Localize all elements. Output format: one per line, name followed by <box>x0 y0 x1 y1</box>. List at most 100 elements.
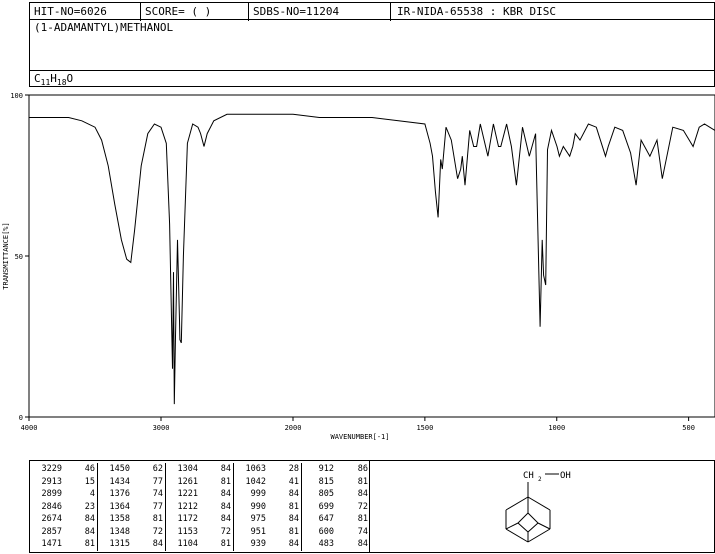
peak-wavenumber: 975 <box>250 514 266 525</box>
peak-transmittance: 84 <box>152 539 163 550</box>
peak-wavenumber: 2857 <box>41 526 62 537</box>
peak-wavenumber: 2674 <box>41 514 62 525</box>
peak-transmittance: 15 <box>84 476 95 487</box>
peak-row: 815 81 <box>302 476 370 489</box>
peak-wavenumber: 483 <box>318 539 334 550</box>
peak-wavenumber: 1104 <box>177 539 198 550</box>
peak-transmittance: 81 <box>84 539 95 550</box>
peak-transmittance: 72 <box>357 501 368 512</box>
peak-row: 1221 84 <box>166 488 234 501</box>
peak-wavenumber: 699 <box>318 501 334 512</box>
peak-column: 1304 84 1261 81 1221 84 1212 84 1172 84 1153 72 1104… <box>166 463 234 551</box>
peak-transmittance: 4 <box>89 489 95 500</box>
peak-wavenumber: 600 <box>318 526 334 537</box>
peak-row: 2899 4 <box>30 488 98 501</box>
peak-wavenumber: 1172 <box>177 514 198 525</box>
peak-table: 3229 46 2913 15 2899 4 2846 23 2674 84 2857 84 1471 8… <box>30 463 370 553</box>
peak-transmittance: 72 <box>220 526 231 537</box>
peak-wavenumber: 2846 <box>41 501 62 512</box>
peak-row: 3229 46 <box>30 463 98 476</box>
peak-row: 1261 81 <box>166 476 234 489</box>
peak-row: 975 84 <box>234 513 302 526</box>
peak-wavenumber: 1364 <box>109 501 130 512</box>
y-tick-label: 50 <box>15 253 23 261</box>
peak-wavenumber: 805 <box>318 489 334 500</box>
peak-wavenumber: 1261 <box>177 476 198 487</box>
structure-box: CH 2 OH <box>369 460 715 553</box>
peak-transmittance: 84 <box>84 514 95 525</box>
y-tick-label: 0 <box>19 414 23 422</box>
ch2-subscript: 2 <box>538 476 542 483</box>
peak-row: 2913 15 <box>30 476 98 489</box>
peak-transmittance: 41 <box>288 476 299 487</box>
peak-transmittance: 84 <box>220 501 231 512</box>
peak-transmittance: 84 <box>288 514 299 525</box>
ir-spectrum-chart: 4000 3000 2000 1500 1000 500 0 50 100 WAVENUMBE… <box>2 92 715 441</box>
x-axis-ticks: 4000 3000 2000 1500 1000 500 <box>21 417 695 432</box>
peak-wavenumber: 815 <box>318 476 334 487</box>
peak-transmittance: 84 <box>220 464 231 475</box>
peak-row: 1063 28 <box>234 463 302 476</box>
adamantane-structure-icon: CH 2 OH <box>505 471 571 543</box>
peak-wavenumber: 912 <box>318 464 334 475</box>
peak-transmittance: 84 <box>288 539 299 550</box>
ch2-label: CH <box>523 471 534 481</box>
peak-row: 1434 77 <box>98 476 166 489</box>
peak-row: 2857 84 <box>30 526 98 539</box>
peak-column: 1450 62 1434 77 1376 74 1364 77 1358 81 1348 72 1315… <box>98 463 166 551</box>
peak-wavenumber: 1376 <box>109 489 130 500</box>
x-tick-label: 3000 <box>153 424 170 432</box>
peak-wavenumber: 1348 <box>109 526 130 537</box>
peak-transmittance: 62 <box>152 464 163 475</box>
peak-transmittance: 81 <box>288 526 299 537</box>
x-tick-label: 1500 <box>416 424 433 432</box>
peak-transmittance: 84 <box>357 489 368 500</box>
peak-row: 990 81 <box>234 501 302 514</box>
peak-row: 1358 81 <box>98 513 166 526</box>
peak-wavenumber: 1434 <box>109 476 130 487</box>
peak-transmittance: 81 <box>220 476 231 487</box>
peak-row: 1348 72 <box>98 526 166 539</box>
peak-wavenumber: 951 <box>250 526 266 537</box>
peak-wavenumber: 1042 <box>245 476 266 487</box>
peak-transmittance: 86 <box>357 464 368 475</box>
spectrum-line <box>29 113 715 405</box>
peak-row: 912 86 <box>302 463 370 476</box>
peak-wavenumber: 1471 <box>41 539 62 550</box>
x-tick-label: 2000 <box>285 424 302 432</box>
peak-transmittance: 84 <box>84 526 95 537</box>
peak-wavenumber: 1153 <box>177 526 198 537</box>
peak-row: 1471 81 <box>30 538 98 551</box>
peak-wavenumber: 1304 <box>177 464 198 475</box>
peak-row: 1153 72 <box>166 526 234 539</box>
y-axis-label: TRANSMITTANCE[%] <box>2 222 10 289</box>
peak-wavenumber: 1358 <box>109 514 130 525</box>
peak-row: 1042 41 <box>234 476 302 489</box>
peak-transmittance: 77 <box>152 501 163 512</box>
peak-wavenumber: 2899 <box>41 489 62 500</box>
x-tick-label: 1000 <box>548 424 565 432</box>
peak-transmittance: 46 <box>84 464 95 475</box>
peak-row: 1315 84 <box>98 538 166 551</box>
peak-column: 1063 28 1042 41 999 84 990 81 975 84 951 81 939 84 <box>234 463 302 551</box>
peak-transmittance: 81 <box>357 476 368 487</box>
x-tick-label: 4000 <box>21 424 38 432</box>
peak-wavenumber: 2913 <box>41 476 62 487</box>
peak-table-box: 3229 46 2913 15 2899 4 2846 23 2674 84 2857 84 1471 8… <box>29 460 370 553</box>
peak-wavenumber: 1450 <box>109 464 130 475</box>
peak-row: 600 74 <box>302 526 370 539</box>
peak-transmittance: 72 <box>152 526 163 537</box>
x-axis-label: WAVENUMBER[-1] <box>330 433 389 441</box>
peak-row: 1104 81 <box>166 538 234 551</box>
peak-row: 699 72 <box>302 501 370 514</box>
x-tick-label: 500 <box>682 424 695 432</box>
peak-transmittance: 84 <box>220 489 231 500</box>
oh-label: OH <box>560 471 571 481</box>
peak-transmittance: 23 <box>84 501 95 512</box>
peak-transmittance: 74 <box>357 526 368 537</box>
peak-wavenumber: 1212 <box>177 501 198 512</box>
peak-row: 951 81 <box>234 526 302 539</box>
peak-wavenumber: 3229 <box>41 464 62 475</box>
peak-transmittance: 28 <box>288 464 299 475</box>
peak-row: 1376 74 <box>98 488 166 501</box>
